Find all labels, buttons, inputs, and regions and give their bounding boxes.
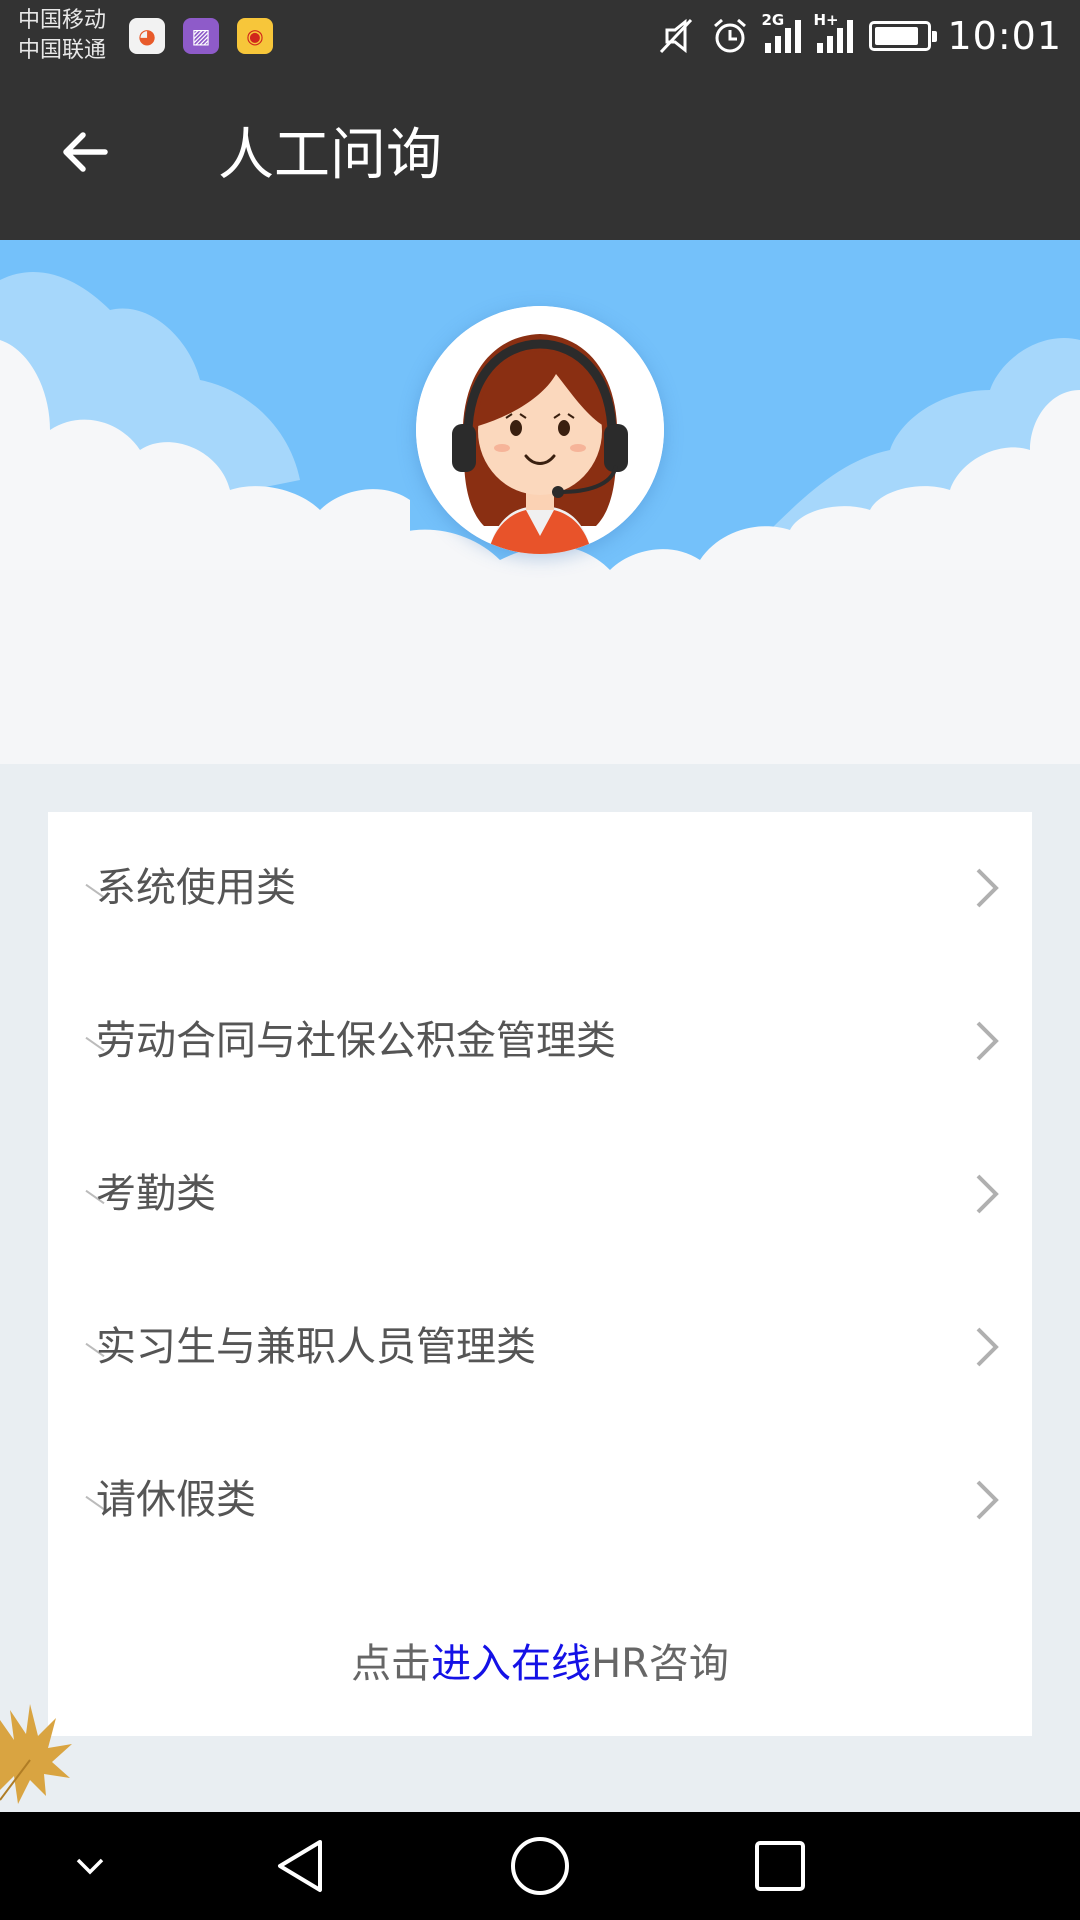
back-button[interactable] (44, 112, 124, 192)
category-label: 考勤类 (96, 1171, 216, 1217)
online-hr-consult-link[interactable]: 点击进入在线HR咨询 (48, 1634, 1032, 1694)
chevron-down-icon[interactable] (58, 1834, 122, 1898)
category-label: 劳动合同与社保公积金管理类 (96, 1018, 616, 1064)
category-item-system-usage[interactable]: 系统使用类 (48, 812, 1032, 965)
category-item-leave[interactable]: 请休假类 (48, 1424, 1032, 1577)
network-type-2: H+ (813, 11, 839, 29)
recents-square-icon[interactable] (748, 1834, 812, 1898)
chevron-right-icon (976, 1021, 999, 1061)
footer-link-text[interactable]: 进入在线 (431, 1641, 591, 1687)
system-nav-bar (0, 1812, 1080, 1920)
carrier-2: 中国联通 (18, 38, 107, 63)
chevron-right-icon (976, 1480, 999, 1520)
weibo-app-icon: ◉ (237, 18, 273, 54)
category-item-attendance[interactable]: 考勤类 (48, 1118, 1032, 1271)
category-item-intern-parttime[interactable]: 实习生与兼职人员管理类 (48, 1271, 1032, 1424)
app-bar: 人工问询 (0, 72, 1080, 240)
category-label: 系统使用类 (96, 865, 296, 911)
clock: 10:01 (947, 14, 1062, 58)
mute-icon (657, 16, 695, 56)
customer-service-agent-icon (416, 306, 664, 554)
browser-app-icon: ◕ (129, 18, 165, 54)
chevron-right-icon (976, 1327, 999, 1367)
back-triangle-icon[interactable] (268, 1834, 332, 1898)
network-type-1: 2G (761, 11, 785, 29)
signal-hplus-icon: H+ (813, 11, 854, 53)
chevron-right-icon (976, 868, 999, 908)
carrier-info: 中国移动 中国联通 (18, 6, 106, 66)
maple-leaf-icon (0, 1704, 72, 1804)
home-circle-icon[interactable] (508, 1834, 572, 1898)
gallery-app-icon: ▨ (183, 18, 219, 54)
arrow-left-icon (63, 132, 108, 172)
carrier-1: 中国移动 (18, 8, 107, 33)
footer-prefix: 点击 (351, 1641, 432, 1687)
status-bar: 中国移动 中国联通 ◕ ▨ ◉ 2G H+ 10:01 (0, 0, 1080, 72)
page-title: 人工问询 (218, 123, 442, 188)
battery-icon (869, 21, 938, 51)
banner (0, 240, 1080, 764)
category-card: 系统使用类 劳动合同与社保公积金管理类 考勤类 实习生与兼职人员管理类 请休假类… (48, 812, 1032, 1736)
category-label: 请休假类 (96, 1477, 256, 1523)
alarm-icon (711, 16, 749, 56)
chevron-right-icon (976, 1174, 999, 1214)
footer-suffix: HR咨询 (591, 1641, 729, 1687)
signal-2g-icon: 2G (761, 11, 802, 53)
category-label: 实习生与兼职人员管理类 (96, 1324, 536, 1370)
category-item-labor-contract[interactable]: 劳动合同与社保公积金管理类 (48, 965, 1032, 1118)
